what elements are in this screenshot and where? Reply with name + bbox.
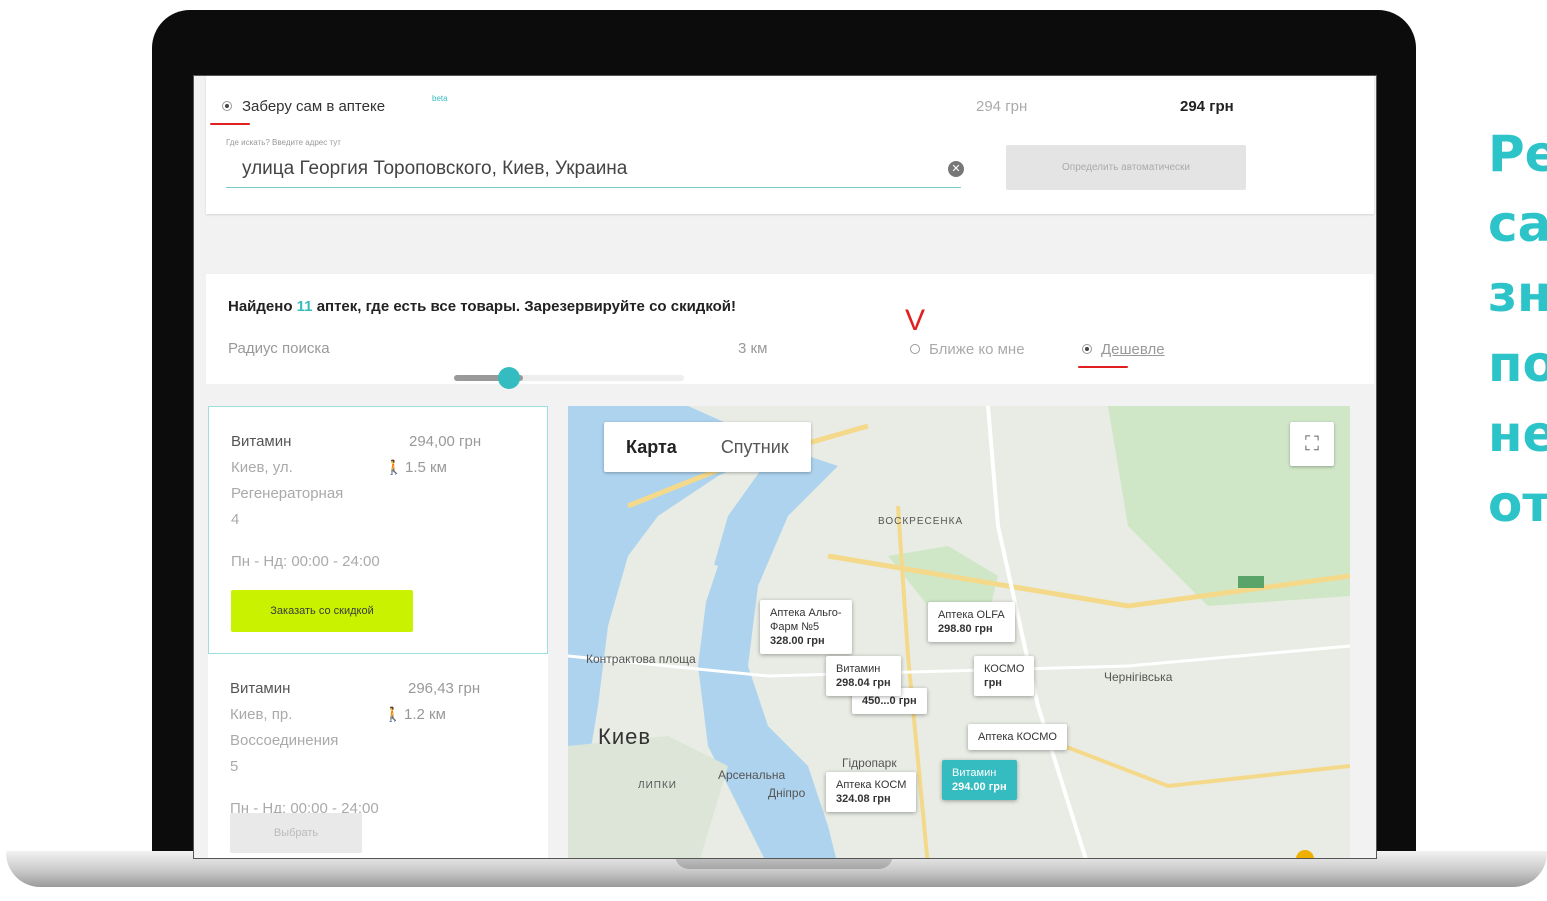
map-pin[interactable]: Аптека Альго- Фарм №5 328.00 грн xyxy=(760,600,852,654)
map-city-label: Киев xyxy=(598,724,652,749)
pharmacy-card[interactable]: Витамин 294,00 грн Киев, ул. 🚶 1.5 км Ре… xyxy=(208,406,548,654)
map-pin-selected[interactable]: Витамин 294.00 грн xyxy=(942,760,1017,800)
map-pin[interactable]: КОСМО грн xyxy=(974,656,1035,696)
map-pin[interactable]: Аптека OLFA 298.80 грн xyxy=(928,602,1015,642)
pickup-price: 294 грн xyxy=(976,98,1028,115)
clear-icon[interactable]: ✕ xyxy=(948,161,964,177)
promo-text: не xyxy=(1488,405,1547,463)
annotation-underline xyxy=(210,123,250,125)
pharmacy-distance: 1.5 км xyxy=(405,459,447,476)
pharmacy-hours: Пн - Нд: 00:00 - 24:00 xyxy=(231,553,380,570)
address-hint: Где искать? Введите адрес тут xyxy=(226,138,341,147)
found-count: 11 xyxy=(296,298,313,315)
sort-cheaper-label[interactable]: Дешевле xyxy=(1101,341,1165,358)
pin-name: Витамин xyxy=(836,663,881,675)
pharmacy-distance: 1.2 км xyxy=(404,706,446,723)
promo-text: са xyxy=(1488,195,1547,253)
screen: Заберу сам в аптеке beta 294 грн 294 грн… xyxy=(193,75,1377,859)
sort-cheaper-radio[interactable] xyxy=(1082,344,1092,354)
map-label: ЛИПКИ xyxy=(638,780,677,791)
fullscreen-icon[interactable]: ⛶ xyxy=(1290,422,1334,466)
pharmacy-address-line: 5 xyxy=(230,758,239,775)
map-type-tabs: Карта Спутник xyxy=(604,422,811,472)
map-label: Гідропарк xyxy=(842,756,897,770)
filter-card: Найдено 11 аптек, где есть все товары. З… xyxy=(206,274,1374,389)
pin-price: 294.00 грн xyxy=(952,781,1007,793)
auto-detect-button[interactable]: Определить автоматически xyxy=(1006,145,1246,190)
pin-name: Аптека OLFA xyxy=(938,609,1005,621)
promo-text: Ре xyxy=(1488,125,1547,183)
pin-price: 450...0 грн xyxy=(862,695,917,707)
pharmacy-address-line: Киев, ул. xyxy=(231,459,293,476)
promo-text: по xyxy=(1488,335,1547,393)
pin-name: Аптека Альго- xyxy=(770,607,842,619)
map-pin[interactable]: Аптека КОСМ 324.08 грн xyxy=(826,772,917,812)
map-label: Арсенальна xyxy=(718,768,786,782)
pharmacy-name: Витамин xyxy=(230,680,291,697)
pharmacy-address-line: Киев, пр. xyxy=(230,706,293,723)
total-price: 294 грн xyxy=(1180,98,1234,115)
sort-nearer-label[interactable]: Ближе ко мне xyxy=(929,341,1025,358)
map-label: ВОСКРЕСЕНКА xyxy=(878,516,964,527)
map[interactable]: Карта Спутник ⛶ ВОСКРЕСЕНКА Контрактова … xyxy=(568,406,1350,858)
pin-name: Аптека КОСМО xyxy=(978,731,1057,743)
pickup-label[interactable]: Заберу сам в аптеке xyxy=(242,98,385,115)
pharmacy-name: Витамин xyxy=(231,433,292,450)
pharmacy-card[interactable]: Витамин 296,43 грн Киев, пр. 🚶 1.2 км Во… xyxy=(208,654,548,858)
pickup-card: Заберу сам в аптеке beta 294 грн 294 грн… xyxy=(206,76,1374,214)
promo-text: от xyxy=(1488,475,1547,533)
pharmacy-address-line: Воссоединения xyxy=(230,732,339,749)
found-suffix: аптек, где есть все товары. Зарезервируй… xyxy=(316,298,737,315)
radius-label: Радиус поиска xyxy=(228,340,330,357)
select-button[interactable]: Выбрать xyxy=(230,813,362,853)
pin-name: КОСМО xyxy=(984,663,1025,675)
address-input[interactable]: улица Георгия Тороповского, Киев, Украин… xyxy=(242,158,627,180)
address-underline xyxy=(226,187,961,188)
pin-price: грн xyxy=(984,677,1002,689)
pin-price: 298.80 грн xyxy=(938,623,993,635)
pharmacy-address-line: 4 xyxy=(231,511,240,528)
radius-slider-thumb[interactable] xyxy=(498,367,520,389)
radius-value: 3 км xyxy=(738,340,768,357)
pin-name: Аптека КОСМ xyxy=(836,779,907,791)
annotation-check: V xyxy=(905,304,926,337)
map-pin[interactable]: Аптека КОСМО xyxy=(968,724,1067,750)
annotation-underline xyxy=(1078,366,1128,368)
radius-slider[interactable] xyxy=(454,375,684,381)
beta-badge: beta xyxy=(432,94,448,103)
pharmacy-price: 296,43 грн xyxy=(408,680,481,697)
map-label: Контрактова площа xyxy=(586,652,696,666)
tab-map[interactable]: Карта xyxy=(604,422,699,472)
pickup-radio[interactable] xyxy=(222,101,232,111)
walk-icon: 🚶 xyxy=(385,459,403,475)
walk-icon: 🚶 xyxy=(384,706,402,722)
pin-price: 328.00 грн xyxy=(770,635,825,647)
order-discount-button[interactable]: Заказать со скидкой xyxy=(231,590,413,632)
map-label: Чернігівська xyxy=(1104,670,1173,684)
found-prefix: Найдено xyxy=(228,298,293,315)
pin-price: 324.08 грн xyxy=(836,793,891,805)
tab-satellite[interactable]: Спутник xyxy=(699,422,811,472)
sort-nearer-radio[interactable] xyxy=(910,344,920,354)
pharmacy-price: 294,00 грн xyxy=(409,433,482,450)
promo-text: зн xyxy=(1488,265,1547,323)
pharmacy-address-line: Регенераторная xyxy=(231,485,344,502)
pin-name: Витамин xyxy=(952,767,997,779)
map-pin[interactable]: Витамин 298.04 грн xyxy=(826,656,901,696)
pin-price: 298.04 грн xyxy=(836,677,891,689)
map-label: Дніпро xyxy=(768,786,806,800)
pin-name: Фарм №5 xyxy=(770,621,820,633)
